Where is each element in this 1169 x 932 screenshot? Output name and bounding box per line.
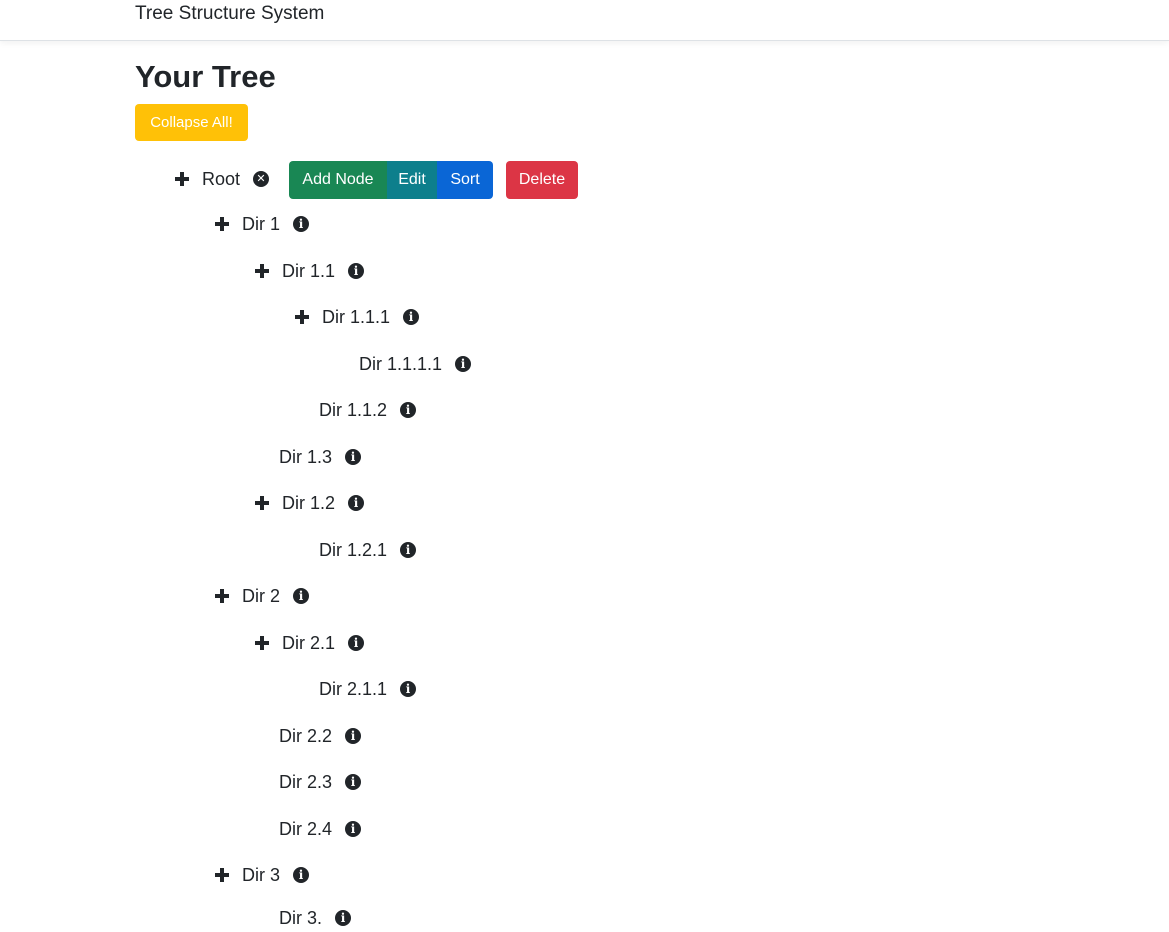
delete-button[interactable]: Delete	[506, 161, 578, 199]
tree-node-label[interactable]: Dir 1.2.1	[319, 540, 387, 561]
plus-icon[interactable]	[215, 217, 229, 231]
info-circle-icon[interactable]: i	[348, 263, 365, 279]
plus-icon[interactable]	[295, 310, 309, 324]
tree-node: Dir 2.1 i	[255, 631, 365, 655]
info-circle-icon[interactable]: i	[345, 728, 362, 744]
tree-node: Dir 2.2 i	[279, 724, 362, 748]
tree-node-label[interactable]: Dir 3	[242, 865, 280, 886]
page-title: Your Tree	[135, 59, 276, 94]
plus-icon[interactable]	[215, 868, 229, 882]
info-circle-icon[interactable]: i	[348, 635, 365, 651]
info-circle-icon[interactable]: i	[400, 542, 417, 558]
tree-node-label[interactable]: Dir 2.1.1	[319, 679, 387, 700]
tree-node: Dir 3. i	[279, 906, 352, 930]
tree-node: Dir 1.1 i	[255, 259, 365, 283]
tree-node-label[interactable]: Dir 1.1.2	[319, 400, 387, 421]
tree-node-label[interactable]: Dir 1	[242, 214, 280, 235]
info-circle-icon[interactable]: i	[348, 495, 365, 511]
info-circle-icon[interactable]: i	[293, 216, 310, 232]
info-circle-icon[interactable]: i	[335, 910, 352, 926]
info-circle-icon[interactable]: i	[400, 402, 417, 418]
tree-node: Dir 1.1.2 i	[319, 398, 417, 422]
info-circle-icon[interactable]: i	[400, 681, 417, 697]
plus-icon[interactable]	[175, 172, 189, 186]
info-circle-icon[interactable]: i	[455, 356, 472, 372]
info-circle-icon[interactable]: i	[293, 867, 310, 883]
tree-node: Dir 2 i	[215, 584, 310, 608]
tree-node-label[interactable]: Dir 1.3	[279, 447, 332, 468]
tree-node: Dir 1.1.1.1 i	[359, 352, 472, 376]
root-label[interactable]: Root	[202, 169, 240, 190]
info-circle-icon[interactable]: i	[293, 588, 310, 604]
collapse-all-button[interactable]: Collapse All!	[135, 104, 248, 141]
add-node-button[interactable]: Add Node	[289, 161, 387, 199]
tree-node-label[interactable]: Dir 1.1	[282, 261, 335, 282]
tree-node: Dir 1.2 i	[255, 491, 365, 515]
info-circle-icon[interactable]: i	[345, 449, 362, 465]
tree-node: Dir 1.2.1 i	[319, 538, 417, 562]
tree-node: Dir 1.1.1 i	[295, 305, 420, 329]
tree-node-label[interactable]: Dir 2.1	[282, 633, 335, 654]
tree-node-root: Root ✕	[175, 167, 270, 191]
navbar: Tree Structure System	[0, 0, 1169, 41]
tree-node: Dir 1 i	[215, 212, 310, 236]
tree-node: Dir 2.4 i	[279, 817, 362, 841]
plus-icon[interactable]	[215, 589, 229, 603]
tree-node: Dir 3 i	[215, 863, 310, 887]
times-circle-icon[interactable]: ✕	[253, 171, 270, 187]
tree-node-label[interactable]: Dir 1.1.1.1	[359, 354, 442, 375]
tree-node: Dir 2.3 i	[279, 770, 362, 794]
tree-node-label[interactable]: Dir 3.	[279, 908, 322, 929]
tree-node-label[interactable]: Dir 1.2	[282, 493, 335, 514]
tree-node: Dir 2.1.1 i	[319, 677, 417, 701]
edit-button[interactable]: Edit	[387, 161, 437, 199]
navbar-brand[interactable]: Tree Structure System	[135, 3, 324, 25]
sort-button[interactable]: Sort	[437, 161, 493, 199]
root-action-group: Add Node Edit Sort	[289, 161, 493, 199]
tree-node-label[interactable]: Dir 1.1.1	[322, 307, 390, 328]
tree-node-label[interactable]: Dir 2.2	[279, 726, 332, 747]
plus-icon[interactable]	[255, 496, 269, 510]
info-circle-icon[interactable]: i	[345, 821, 362, 837]
tree-node-label[interactable]: Dir 2.4	[279, 819, 332, 840]
info-circle-icon[interactable]: i	[403, 309, 420, 325]
plus-icon[interactable]	[255, 264, 269, 278]
plus-icon[interactable]	[255, 636, 269, 650]
tree-node-label[interactable]: Dir 2	[242, 586, 280, 607]
tree-node-label[interactable]: Dir 2.3	[279, 772, 332, 793]
tree-node: Dir 1.3 i	[279, 445, 362, 469]
info-circle-icon[interactable]: i	[345, 774, 362, 790]
